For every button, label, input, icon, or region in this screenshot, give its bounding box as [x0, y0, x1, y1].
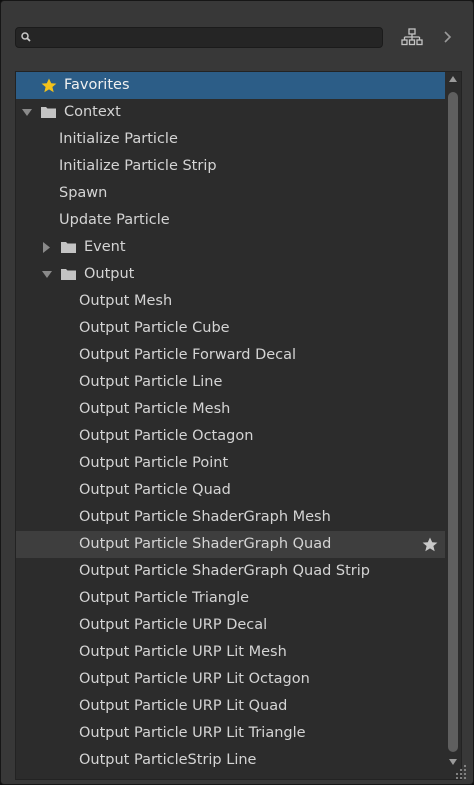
tree-item-output[interactable]: Output — [16, 261, 445, 288]
scrollbar-thumb[interactable] — [448, 92, 458, 752]
search-field[interactable] — [15, 27, 383, 48]
tree-item-label: Output Particle URP Lit Octagon — [79, 671, 310, 687]
tree-item-label: Output ParticleStrip Line — [79, 752, 257, 768]
tree-item-label: Update Particle — [59, 212, 170, 228]
tree-item-output-node[interactable]: Output Particle Forward Decal — [16, 342, 445, 369]
tree-item-initialize-particle-strip[interactable]: Initialize Particle Strip — [16, 153, 445, 180]
tree-item-label: Output Particle Point — [79, 455, 229, 471]
tree-item-favorites[interactable]: Favorites — [16, 72, 445, 99]
tree-item-output-node[interactable]: Output Particle Octagon — [16, 423, 445, 450]
tree-item-label: Output Particle URP Decal — [79, 617, 268, 633]
search-input[interactable] — [34, 29, 378, 48]
tree-item-label: Output Particle Line — [79, 374, 223, 390]
tree-item-output-node[interactable]: Output ParticleStrip Line — [16, 747, 445, 774]
tree-item-label: Output Mesh — [79, 293, 173, 309]
search-icon — [21, 32, 31, 42]
hierarchy-icon[interactable] — [400, 26, 424, 48]
tree-item-output-node[interactable]: Output Particle Quad — [16, 477, 445, 504]
tree-item-label: Output Particle Triangle — [79, 590, 250, 606]
tree-item-output-node[interactable]: Output Particle URP Lit Octagon — [16, 666, 445, 693]
collapsed-arrow-icon[interactable] — [41, 234, 53, 261]
tree-item-output-node[interactable]: Output Particle Mesh — [16, 396, 445, 423]
tree-item-output-node[interactable]: Output Particle URP Lit Mesh — [16, 639, 445, 666]
tree-item-label: Event — [84, 239, 126, 255]
tree-item-label: Output Particle Mesh — [79, 401, 231, 417]
tree-item-initialize-particle[interactable]: Initialize Particle — [16, 126, 445, 153]
tree-item-context[interactable]: Context — [16, 99, 445, 126]
tree-item-label: Output Particle Octagon — [79, 428, 254, 444]
tree-item-label: Output Particle URP Lit Quad — [79, 698, 288, 714]
tree-item-output-node[interactable]: Output Mesh — [16, 288, 445, 315]
tree-item-event[interactable]: Event — [16, 234, 445, 261]
tree-item-label: Initialize Particle — [59, 131, 178, 147]
tree-item-output-node[interactable]: Output Particle Triangle — [16, 585, 445, 612]
tree-item-output-node[interactable]: Output Particle URP Lit Triangle — [16, 720, 445, 747]
tree-item-label: Output Particle Forward Decal — [79, 347, 297, 363]
tree-item-label: Initialize Particle Strip — [59, 158, 217, 174]
favorite-star-icon[interactable] — [422, 537, 438, 552]
tree-item-output-node[interactable]: Output Particle Cube — [16, 315, 445, 342]
star-icon — [41, 78, 57, 93]
tree-item-label: Output Particle ShaderGraph Quad — [79, 536, 332, 552]
scroll-up-arrow-icon[interactable] — [449, 76, 457, 82]
node-search-panel: Favorites Context Initialize Particle In… — [0, 0, 474, 785]
tree-item-output-node[interactable]: Output Particle ShaderGraph Quad Strip — [16, 558, 445, 585]
tree-item-output-node[interactable]: Output Particle Line — [16, 369, 445, 396]
tree-item-output-node[interactable]: Output Particle Point — [16, 450, 445, 477]
folder-icon — [41, 107, 56, 118]
tree-item-label: Output Particle Cube — [79, 320, 230, 336]
tree-item-output-node-hovered[interactable]: Output Particle ShaderGraph Quad — [16, 531, 445, 558]
tree-item-update-particle[interactable]: Update Particle — [16, 207, 445, 234]
tree-item-label: Favorites — [64, 77, 130, 93]
folder-icon — [61, 269, 76, 280]
tree-item-label: Output Particle URP Lit Mesh — [79, 644, 287, 660]
tree-item-label: Spawn — [59, 185, 108, 201]
tree-item-label: Output Particle Quad — [79, 482, 231, 498]
expanded-arrow-icon[interactable] — [21, 99, 33, 126]
tree-item-label: Output Particle URP Lit Triangle — [79, 725, 306, 741]
tree-item-label: Output — [84, 266, 135, 282]
expanded-arrow-icon[interactable] — [41, 261, 53, 288]
tree-item-label: Output Particle ShaderGraph Mesh — [79, 509, 331, 525]
tree-item-output-node[interactable]: Output Particle URP Lit Quad — [16, 693, 445, 720]
tree-item-label: Output Particle ShaderGraph Quad Strip — [79, 563, 370, 579]
vertical-scrollbar[interactable] — [445, 72, 461, 779]
resize-grip-icon[interactable] — [452, 763, 468, 779]
tree-item-spawn[interactable]: Spawn — [16, 180, 445, 207]
chevron-right-icon[interactable] — [438, 26, 458, 48]
tree-item-output-node[interactable]: Output Particle ShaderGraph Mesh — [16, 504, 445, 531]
tree-item-label: Context — [64, 104, 121, 120]
folder-icon — [61, 242, 76, 253]
tree-item-output-node[interactable]: Output Particle URP Decal — [16, 612, 445, 639]
node-tree-list: Favorites Context Initialize Particle In… — [15, 71, 462, 780]
